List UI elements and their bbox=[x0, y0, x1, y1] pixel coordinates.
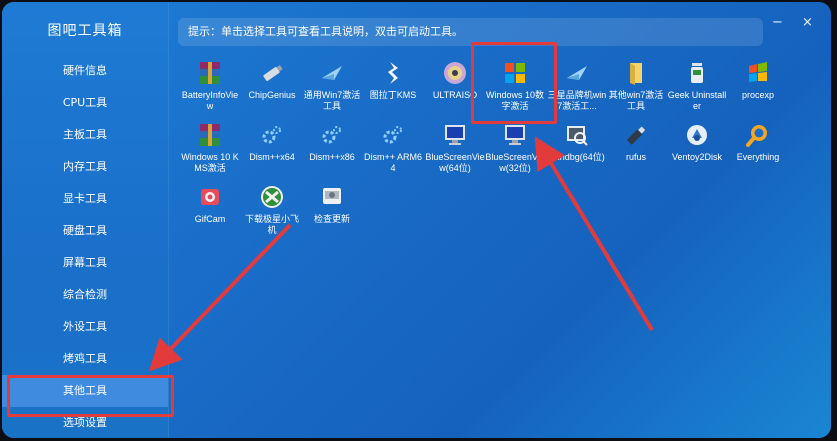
tool-label: ULTRAISO bbox=[432, 90, 478, 100]
sidebar-item-hardware-info[interactable]: 硬件信息 bbox=[2, 55, 168, 87]
usb-drive-icon bbox=[263, 65, 283, 82]
sidebar-item-comprehensive[interactable]: 综合检测 bbox=[2, 279, 168, 311]
kms-icon bbox=[388, 62, 398, 84]
gear-icon bbox=[322, 126, 341, 144]
tool-bluescreenview-64[interactable]: BlueScreenView(64位) bbox=[424, 122, 486, 174]
tool-label: Windows 10 KMS激活 bbox=[181, 152, 239, 173]
tool-ventoy2disk[interactable]: Ventoy2Disk bbox=[666, 122, 728, 163]
tool-label: Dism++x64 bbox=[249, 152, 295, 162]
tool-everything[interactable]: Everything bbox=[727, 122, 789, 163]
tool-label: Dism++x86 bbox=[309, 152, 355, 162]
xbox-icon bbox=[261, 186, 283, 208]
sidebar-item-settings[interactable]: 选项设置 bbox=[2, 407, 168, 438]
tool-label: 图拉丁KMS bbox=[369, 90, 417, 100]
debugger-icon bbox=[567, 126, 588, 146]
gear-icon bbox=[262, 126, 281, 144]
tool-rufus[interactable]: rufus bbox=[605, 122, 667, 163]
app-title: 图吧工具箱 bbox=[47, 23, 123, 39]
tool-windows10-digital-activation[interactable]: Windows 10数字激活 bbox=[484, 60, 546, 112]
usb-drive-icon bbox=[627, 126, 646, 145]
magnifier-icon bbox=[746, 125, 767, 147]
windows-flag-icon bbox=[749, 62, 767, 82]
app-window: 图吧工具箱 硬件信息 CPU工具 主板工具 内存工具 显卡工具 硬盘工具 屏幕工… bbox=[2, 2, 831, 438]
sidebar: 图吧工具箱 硬件信息 CPU工具 主板工具 内存工具 显卡工具 硬盘工具 屏幕工… bbox=[2, 2, 169, 438]
tool-label: Windows 10数字激活 bbox=[485, 90, 545, 111]
tool-win7-activator[interactable]: 通用Win7激活工具 bbox=[301, 60, 363, 112]
sidebar-item-screen[interactable]: 屏幕工具 bbox=[2, 247, 168, 279]
tool-check-update[interactable]: 检查更新 bbox=[301, 184, 363, 225]
tool-label: 其他win7激活工具 bbox=[608, 90, 664, 111]
close-button[interactable]: × bbox=[802, 16, 813, 30]
tool-procexp[interactable]: procexp bbox=[727, 60, 789, 101]
tool-label: ChipGenius bbox=[248, 90, 296, 100]
tool-label: BlueScreenView(64位) bbox=[425, 152, 485, 173]
sidebar-item-stress-test[interactable]: 烤鸡工具 bbox=[2, 343, 168, 375]
update-icon bbox=[323, 188, 341, 204]
tool-gifcam[interactable]: GifCam bbox=[179, 184, 241, 225]
tool-dism-x86[interactable]: Dism++x86 bbox=[301, 122, 363, 163]
tool-ultraiso[interactable]: ULTRAISO bbox=[424, 60, 486, 101]
monitor-icon bbox=[445, 125, 465, 145]
tool-label: 下载极星小飞机 bbox=[244, 214, 299, 235]
sidebar-item-gpu[interactable]: 显卡工具 bbox=[2, 183, 168, 215]
tool-dism-x64[interactable]: Dism++x64 bbox=[241, 122, 303, 163]
tool-samsung-win7-activator[interactable]: 三星品牌机win7激活工... bbox=[546, 60, 608, 112]
disc-icon bbox=[444, 62, 466, 84]
trash-icon bbox=[691, 63, 703, 83]
sidebar-item-cpu[interactable]: CPU工具 bbox=[2, 87, 168, 119]
tool-bluescreenview-32[interactable]: BlueScreenView(32位) bbox=[484, 122, 546, 174]
tool-dism-arm64[interactable]: Dism++ ARM64 bbox=[362, 122, 424, 174]
sidebar-item-motherboard[interactable]: 主板工具 bbox=[2, 119, 168, 151]
tool-geek-uninstaller[interactable]: Geek Uninstaller bbox=[666, 60, 728, 112]
minimize-button[interactable]: − bbox=[772, 16, 783, 30]
tool-label: procexp bbox=[741, 90, 775, 100]
hint-bar: 提示：单击选择工具可查看工具说明，双击可启动工具。 bbox=[178, 18, 763, 46]
win7-activator-icon bbox=[322, 66, 342, 80]
tool-label: Windbg(64位) bbox=[549, 152, 605, 162]
tool-chipgenius[interactable]: ChipGenius bbox=[241, 60, 303, 101]
tool-label: rufus bbox=[625, 152, 646, 162]
tool-label: 检查更新 bbox=[313, 214, 350, 224]
winrar-icon bbox=[200, 62, 220, 84]
tool-label: Ventoy2Disk bbox=[671, 152, 723, 162]
tool-windbg-64[interactable]: Windbg(64位) bbox=[546, 122, 608, 163]
tool-label: 三星品牌机win7激活工... bbox=[547, 90, 607, 111]
windows-logo-icon bbox=[505, 63, 525, 83]
sidebar-item-other-tools[interactable]: 其他工具 bbox=[2, 375, 168, 407]
tool-label: BatteryInfoView bbox=[181, 90, 239, 111]
tool-label: Geek Uninstaller bbox=[667, 90, 727, 111]
tool-download-xbox-flight[interactable]: 下载极星小飞机 bbox=[241, 184, 303, 236]
sidebar-item-disk[interactable]: 硬盘工具 bbox=[2, 215, 168, 247]
tool-label: 通用Win7激活工具 bbox=[303, 90, 361, 111]
tool-label: Dism++ ARM64 bbox=[363, 152, 423, 173]
win7-activator-icon bbox=[567, 66, 587, 80]
tool-kms[interactable]: 图拉丁KMS bbox=[362, 60, 424, 101]
sidebar-item-memory[interactable]: 内存工具 bbox=[2, 151, 168, 183]
ventoy-icon bbox=[687, 125, 707, 145]
monitor-icon bbox=[505, 125, 525, 145]
tool-label: BlueScreenView(32位) bbox=[485, 152, 545, 173]
tool-label: GifCam bbox=[194, 214, 226, 224]
tool-label: Everything bbox=[736, 152, 780, 162]
gear-icon bbox=[383, 126, 402, 144]
camera-icon bbox=[201, 189, 219, 205]
folder-icon bbox=[630, 63, 642, 85]
tool-batteryinfoview[interactable]: BatteryInfoView bbox=[179, 60, 241, 112]
winrar-icon bbox=[200, 124, 220, 146]
tool-windows10-kms[interactable]: Windows 10 KMS激活 bbox=[179, 122, 241, 174]
tool-other-win7-activators[interactable]: 其他win7激活工具 bbox=[605, 60, 667, 112]
sidebar-item-peripherals[interactable]: 外设工具 bbox=[2, 311, 168, 343]
